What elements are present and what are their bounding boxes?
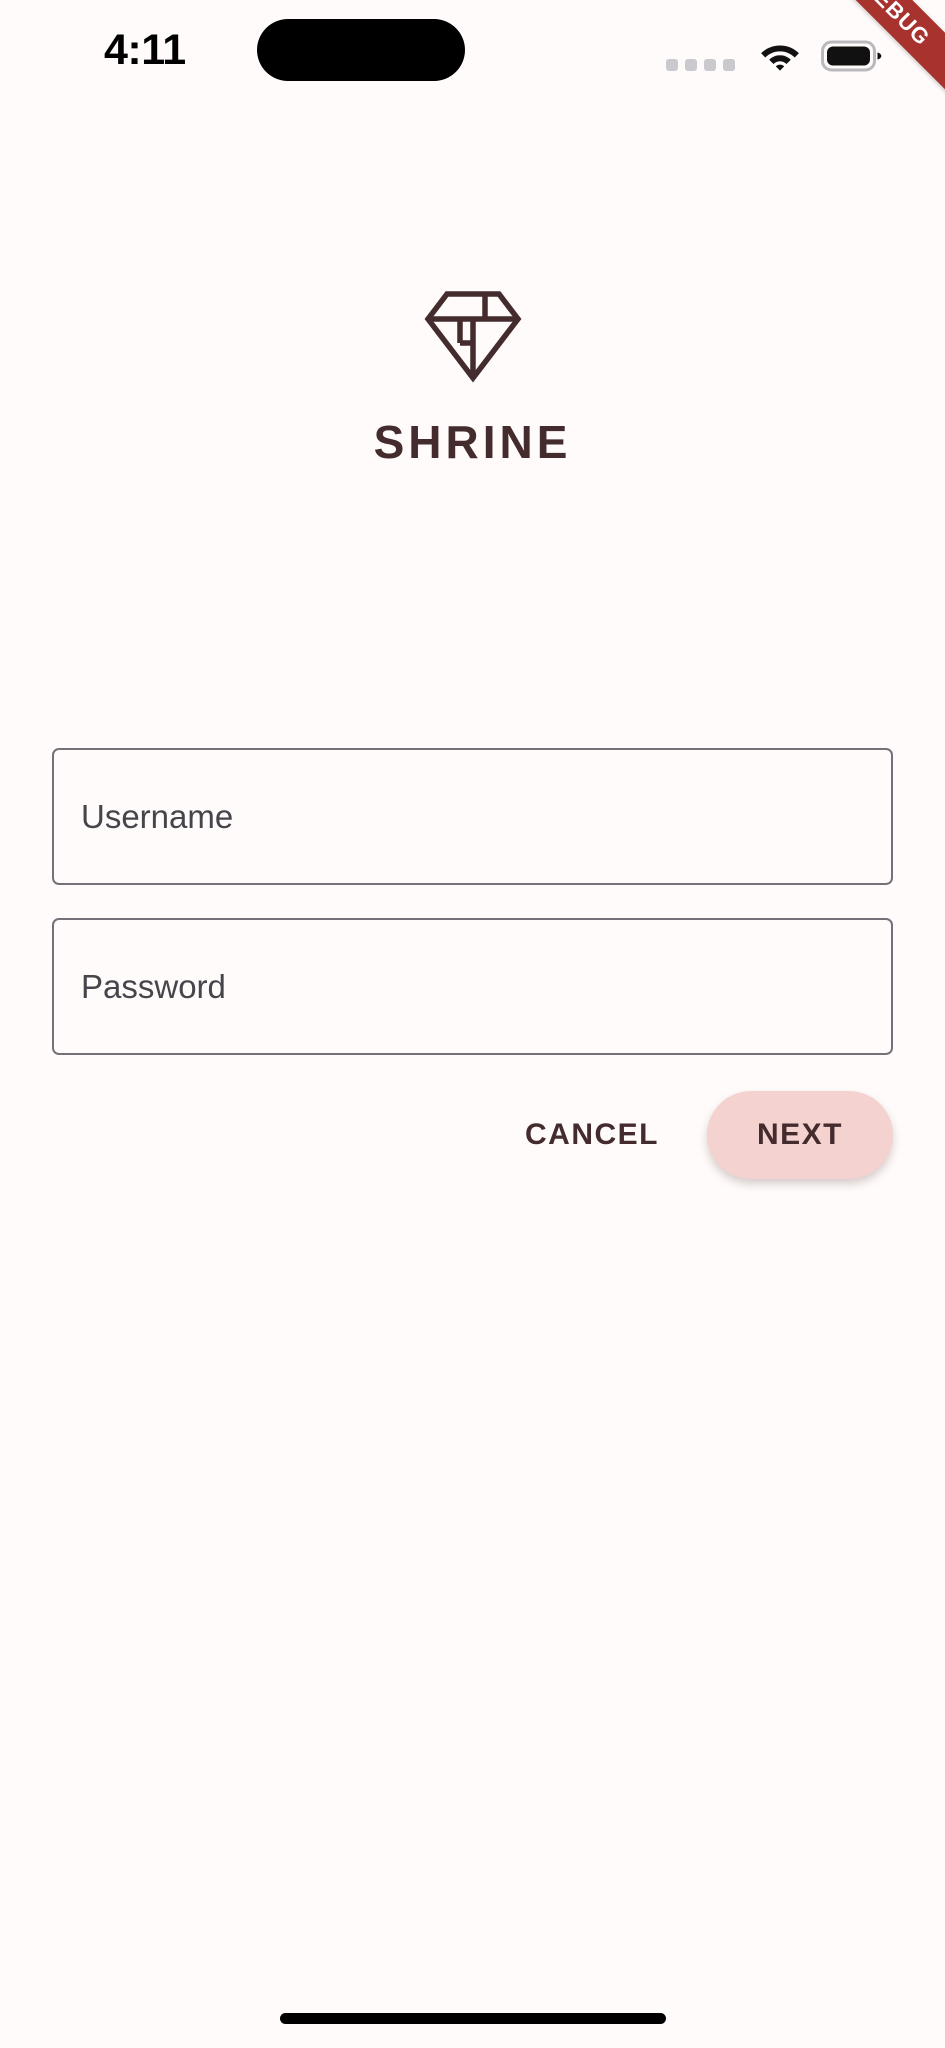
diamond-logo-icon — [422, 288, 524, 389]
form-actions: CANCEL NEXT — [511, 1091, 893, 1179]
password-input[interactable]: Password — [52, 918, 893, 1055]
password-label: Password — [81, 967, 226, 1005]
status-bar: 4:11 — [0, 0, 945, 100]
next-button[interactable]: NEXT — [707, 1091, 893, 1179]
status-bar-icons — [666, 38, 883, 77]
status-bar-time: 4:11 — [104, 26, 186, 74]
battery-full-icon — [821, 40, 883, 77]
dynamic-island — [257, 19, 465, 81]
signal-dots-icon — [666, 58, 735, 71]
brand-header: SHRINE — [0, 288, 945, 469]
page-title: SHRINE — [373, 416, 572, 468]
app-screen: 4:11 DEBUG SHRINE Username Password CANC… — [0, 0, 945, 2048]
wifi-icon — [759, 40, 801, 77]
login-form: Username Password — [52, 748, 893, 1088]
username-input[interactable]: Username — [52, 748, 893, 885]
cancel-button[interactable]: CANCEL — [511, 1098, 673, 1172]
username-label: Username — [81, 797, 234, 835]
home-indicator[interactable] — [279, 2013, 666, 2024]
